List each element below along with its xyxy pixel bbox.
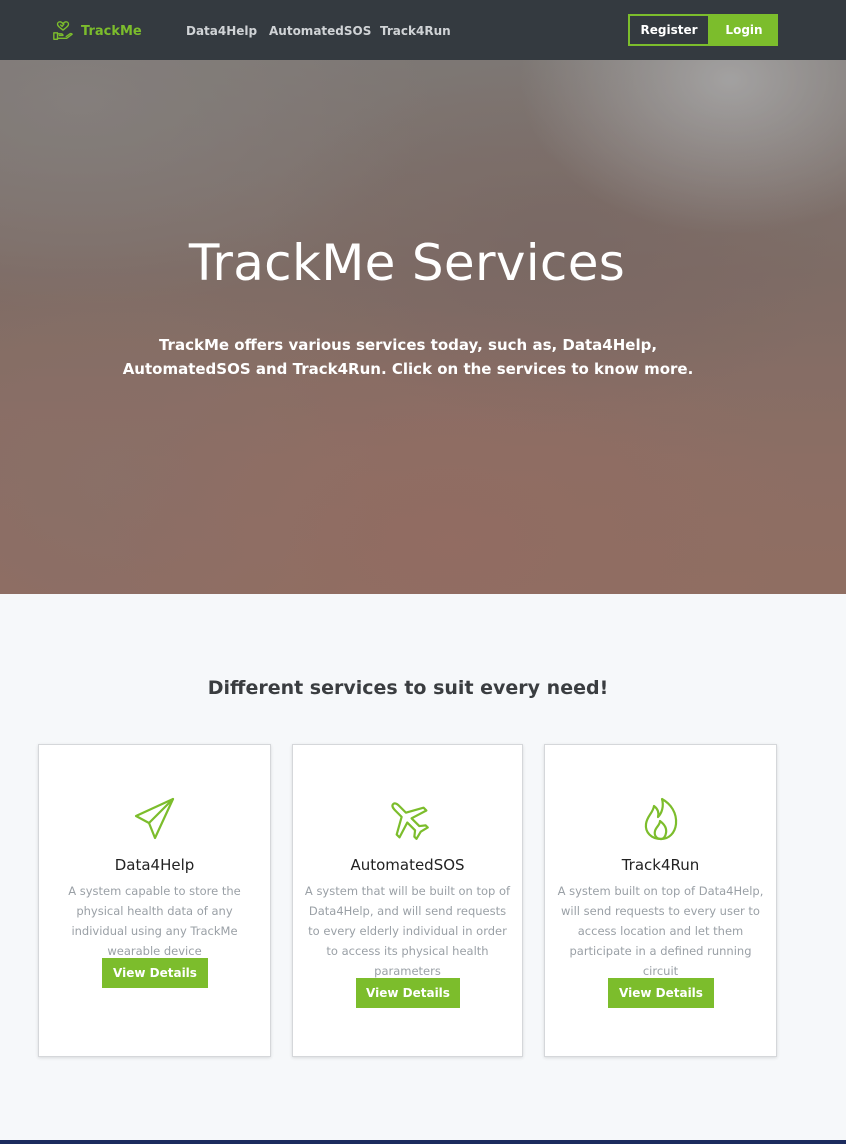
paper-plane-icon — [134, 797, 174, 840]
service-card-track4run: Track4Run A system built on top of Data4… — [544, 744, 777, 1057]
brand-name: TrackMe — [81, 23, 142, 39]
service-title: Track4Run — [621, 856, 700, 874]
register-button[interactable]: Register — [628, 14, 710, 46]
footer-edge — [0, 1140, 846, 1144]
service-title: Data4Help — [114, 856, 195, 874]
service-description: A system built on top of Data4Help, will… — [557, 884, 764, 978]
hero-subtitle: TrackMe offers various services today, s… — [122, 336, 694, 378]
hero-title: TrackMe Services — [188, 234, 626, 292]
nav-link-data4help[interactable]: Data4Help — [186, 24, 257, 38]
navbar: TrackMe Data4Help AutomatedSOS Track4Run… — [0, 0, 846, 60]
view-details-button-track4run[interactable]: View Details — [608, 978, 714, 1008]
view-details-button-data4help[interactable]: View Details — [102, 958, 208, 988]
service-card-automatedsos: AutomatedSOS A system that will be built… — [292, 744, 523, 1057]
airplane-icon — [390, 802, 429, 840]
brand-logo[interactable]: TrackMe — [52, 19, 142, 43]
service-card-data4help: Data4Help A system capable to store the … — [38, 744, 271, 1057]
hero-overlay — [0, 60, 846, 594]
nav-link-automatedsos[interactable]: AutomatedSOS — [269, 24, 371, 38]
service-description: A system capable to store the physical h… — [68, 884, 241, 958]
services-heading: Different services to suit every need! — [207, 677, 609, 699]
heart-hand-icon — [53, 21, 73, 40]
fire-icon — [644, 797, 677, 841]
service-description: A system that will be built on top of Da… — [304, 884, 511, 978]
nav-link-track4run[interactable]: Track4Run — [380, 24, 451, 38]
hero-banner: TrackMe Services TrackMe offers various … — [0, 60, 846, 594]
login-button[interactable]: Login — [710, 14, 778, 46]
service-title: AutomatedSOS — [350, 856, 465, 874]
view-details-button-automatedsos[interactable]: View Details — [356, 978, 460, 1008]
